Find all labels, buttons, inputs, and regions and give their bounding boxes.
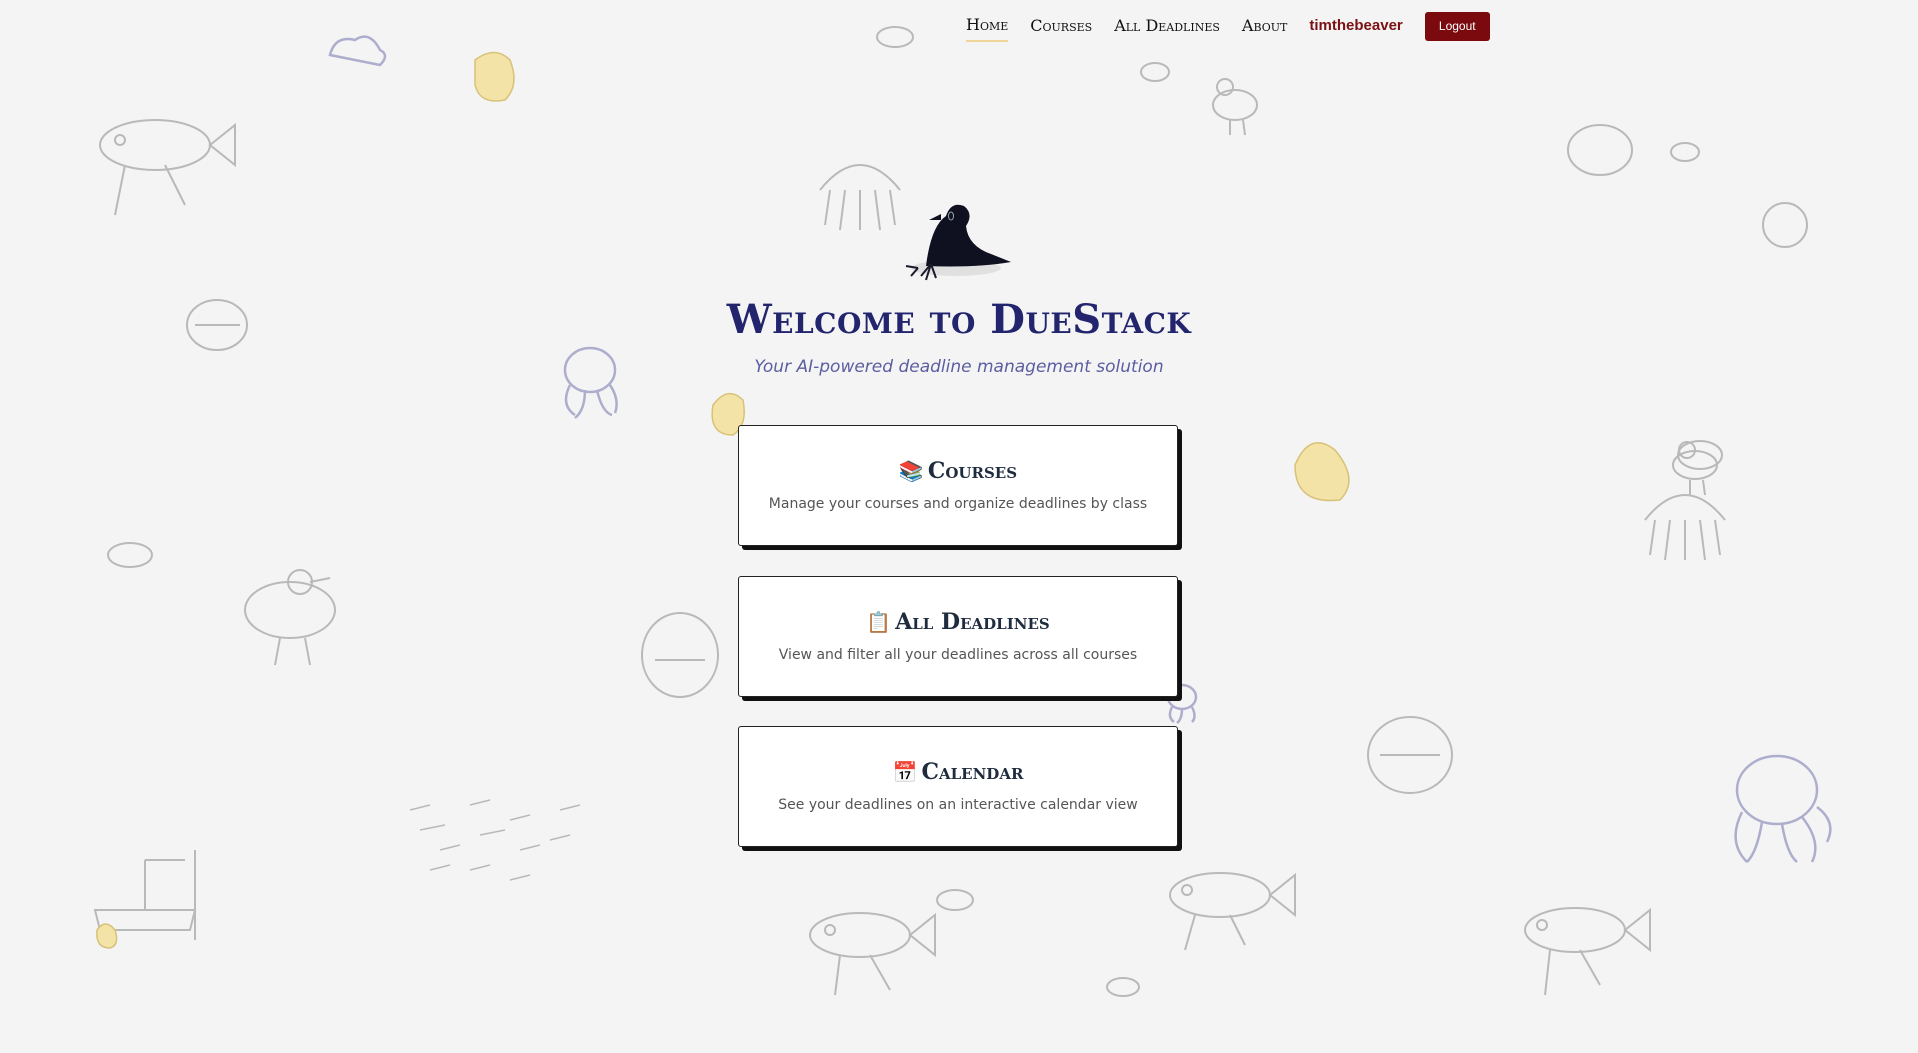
card-description: Manage your courses and organize deadlin…	[768, 496, 1148, 512]
octopus-doodle-icon	[1734, 754, 1832, 863]
jellyfish-doodle-icon	[1644, 494, 1726, 561]
bird-doodle-icon	[1677, 440, 1723, 470]
bird-doodle-icon	[244, 569, 336, 666]
small-doodle-icon	[1140, 62, 1170, 82]
cloud-doodle-icon	[328, 35, 387, 67]
bird-doodle-icon	[1672, 441, 1718, 496]
blob-doodle-icon	[474, 51, 515, 102]
fish-school-doodle-icon	[409, 799, 581, 881]
card-title: 📅 Calendar	[739, 759, 1177, 785]
small-doodle-icon	[876, 26, 914, 48]
small-doodle-icon	[1106, 977, 1140, 997]
creature-doodle-icon	[641, 612, 719, 698]
crow-mascot-icon	[905, 204, 1011, 281]
nav-courses[interactable]: Courses	[1030, 16, 1092, 41]
creature-doodle-icon	[1762, 202, 1808, 248]
card-title: 📚 Courses	[739, 458, 1177, 484]
fish-doodle-icon	[99, 119, 236, 216]
nav-about[interactable]: About	[1242, 16, 1287, 41]
bird-doodle-icon	[1212, 78, 1258, 136]
card-description: View and filter all your deadlines acros…	[778, 647, 1138, 663]
boat-doodle-icon	[93, 850, 197, 940]
all-deadlines-card[interactable]: 📋 All Deadlines View and filter all your …	[738, 576, 1178, 697]
fish-doodle-icon	[1169, 872, 1296, 951]
blob-doodle-icon	[96, 923, 118, 949]
small-doodle-icon	[936, 889, 974, 911]
courses-card[interactable]: 📚 Courses Manage your courses and organiz…	[738, 425, 1178, 546]
page-subtitle: Your AI-powered deadline management solu…	[754, 357, 1164, 377]
fish-doodle-icon	[1524, 907, 1651, 996]
card-title-text: Calendar	[921, 759, 1024, 785]
creature-doodle-icon	[1567, 124, 1633, 176]
creature-doodle-icon	[1367, 716, 1453, 794]
small-doodle-icon	[1670, 142, 1700, 162]
clipboard-icon: 📋	[866, 610, 892, 634]
card-title: 📋 All Deadlines	[739, 609, 1177, 635]
jellyfish-doodle-icon	[819, 164, 901, 231]
card-title-text: Courses	[927, 458, 1018, 484]
calendar-icon: 📅	[892, 760, 918, 784]
blob-doodle-icon	[1294, 441, 1350, 502]
top-nav: Home Courses All Deadlines About timtheb…	[966, 11, 1490, 42]
nav-all-deadlines[interactable]: All Deadlines	[1114, 16, 1220, 41]
nav-home[interactable]: Home	[966, 15, 1009, 42]
calendar-card[interactable]: 📅 Calendar See your deadlines on an inter…	[738, 726, 1178, 847]
page: Home Courses All Deadlines About timtheb…	[0, 0, 1918, 1053]
username: timthebeaver	[1309, 16, 1403, 34]
logout-button[interactable]: Logout	[1424, 11, 1490, 41]
fish-doodle-icon	[809, 912, 936, 996]
card-title-text: All Deadlines	[895, 609, 1050, 635]
card-description: See your deadlines on an interactive cal…	[778, 797, 1138, 813]
books-icon: 📚	[898, 459, 924, 483]
page-title: Welcome to DueStack	[726, 296, 1192, 343]
small-doodle-icon	[107, 542, 153, 568]
